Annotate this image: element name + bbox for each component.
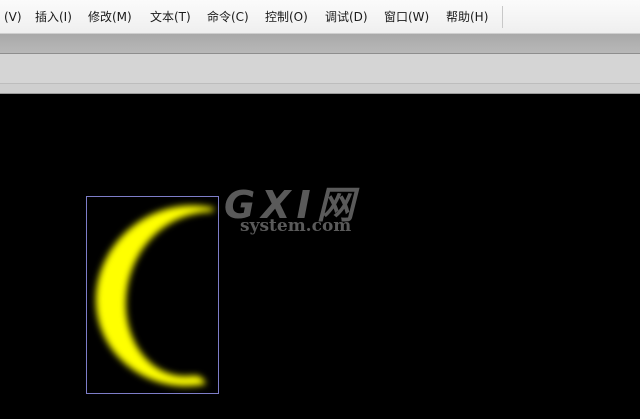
menu-text[interactable]: 文本(T) bbox=[150, 0, 191, 34]
watermark-subtitle: system.com bbox=[240, 216, 352, 236]
menu-modify[interactable]: 修改(M) bbox=[88, 0, 132, 34]
menu-window[interactable]: 窗口(W) bbox=[384, 0, 429, 34]
timeline-header-strip bbox=[0, 34, 640, 54]
menu-insert[interactable]: 插入(I) bbox=[35, 0, 72, 34]
menu-commands[interactable]: 命令(C) bbox=[207, 0, 249, 34]
menu-help[interactable]: 帮助(H) bbox=[446, 0, 488, 34]
watermark: GXI网 system.com bbox=[222, 174, 392, 244]
stage-canvas[interactable]: GXI网 system.com bbox=[0, 94, 640, 419]
menu-view[interactable]: (V) bbox=[4, 0, 22, 34]
stage-top-edge bbox=[0, 84, 640, 94]
menu-control[interactable]: 控制(O) bbox=[265, 0, 308, 34]
menu-debug[interactable]: 调试(D) bbox=[325, 0, 368, 34]
edit-bar bbox=[0, 54, 640, 84]
menu-bar: (V) 插入(I) 修改(M) 文本(T) 命令(C) 控制(O) 调试(D) … bbox=[0, 0, 640, 34]
menu-separator bbox=[502, 6, 503, 28]
selection-bounding-box[interactable] bbox=[86, 196, 219, 394]
